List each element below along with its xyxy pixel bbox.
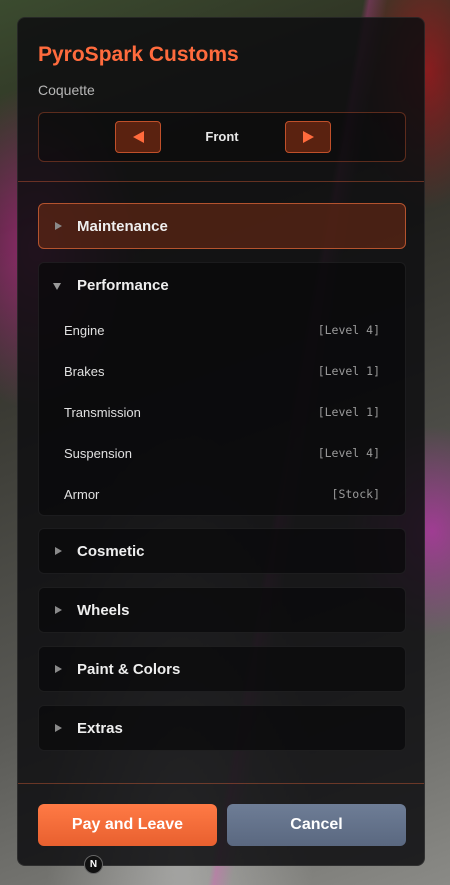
item-label: Transmission	[64, 405, 141, 420]
section-performance-header[interactable]: Performance	[39, 263, 405, 307]
section-extras: Extras	[38, 705, 406, 751]
chevron-right-icon	[55, 665, 62, 673]
camera-next-button[interactable]	[285, 121, 331, 153]
chevron-right-icon	[55, 606, 62, 614]
section-paint-colors-header[interactable]: Paint & Colors	[39, 647, 405, 691]
chevron-right-icon	[55, 547, 62, 555]
arrow-right-icon	[302, 131, 314, 143]
n-badge-icon: N	[84, 855, 103, 874]
section-label: Extras	[77, 720, 123, 737]
shop-title: PyroSpark Customs	[38, 43, 239, 66]
item-label: Engine	[64, 323, 105, 338]
cancel-button[interactable]: Cancel	[227, 804, 406, 846]
list-item-brakes[interactable]: Brakes [Level 1]	[39, 354, 405, 390]
item-label: Brakes	[64, 364, 105, 379]
section-maintenance: Maintenance	[38, 203, 406, 249]
section-cosmetic-header[interactable]: Cosmetic	[39, 529, 405, 573]
section-label: Cosmetic	[77, 543, 145, 560]
section-extras-header[interactable]: Extras	[39, 706, 405, 750]
list-item-suspension[interactable]: Suspension [Level 4]	[39, 436, 405, 472]
item-value: [Stock]	[331, 487, 380, 501]
header-divider	[18, 181, 424, 182]
item-value: [Level 4]	[317, 323, 380, 337]
section-paint-colors: Paint & Colors	[38, 646, 406, 692]
list-item-engine[interactable]: Engine [Level 4]	[39, 313, 405, 349]
item-label: Suspension	[64, 446, 132, 461]
camera-label: Front	[205, 129, 239, 144]
item-value: [Level 1]	[317, 364, 380, 378]
item-label: Armor	[64, 487, 100, 502]
section-label: Wheels	[77, 602, 130, 619]
item-value: [Level 4]	[317, 446, 380, 460]
list-item-transmission[interactable]: Transmission [Level 1]	[39, 395, 405, 431]
camera-selector: Front	[38, 112, 406, 162]
section-label: Performance	[77, 277, 169, 294]
chevron-down-icon	[53, 283, 61, 290]
pay-and-leave-button[interactable]: Pay and Leave	[38, 804, 217, 846]
item-value: [Level 1]	[317, 405, 380, 419]
vehicle-name: Coquette	[38, 82, 95, 98]
section-label: Paint & Colors	[77, 661, 181, 678]
section-wheels-header[interactable]: Wheels	[39, 588, 405, 632]
customs-menu-panel: PyroSpark Customs Coquette Front Mainten…	[17, 17, 425, 866]
section-performance: Performance Engine [Level 4] Brakes [Lev…	[38, 262, 406, 516]
section-wheels: Wheels	[38, 587, 406, 633]
footer-divider	[18, 783, 424, 784]
chevron-right-icon	[55, 222, 62, 230]
section-maintenance-header[interactable]: Maintenance	[39, 204, 405, 248]
section-cosmetic: Cosmetic	[38, 528, 406, 574]
list-item-armor[interactable]: Armor [Stock]	[39, 477, 405, 513]
chevron-right-icon	[55, 724, 62, 732]
section-label: Maintenance	[77, 218, 168, 235]
